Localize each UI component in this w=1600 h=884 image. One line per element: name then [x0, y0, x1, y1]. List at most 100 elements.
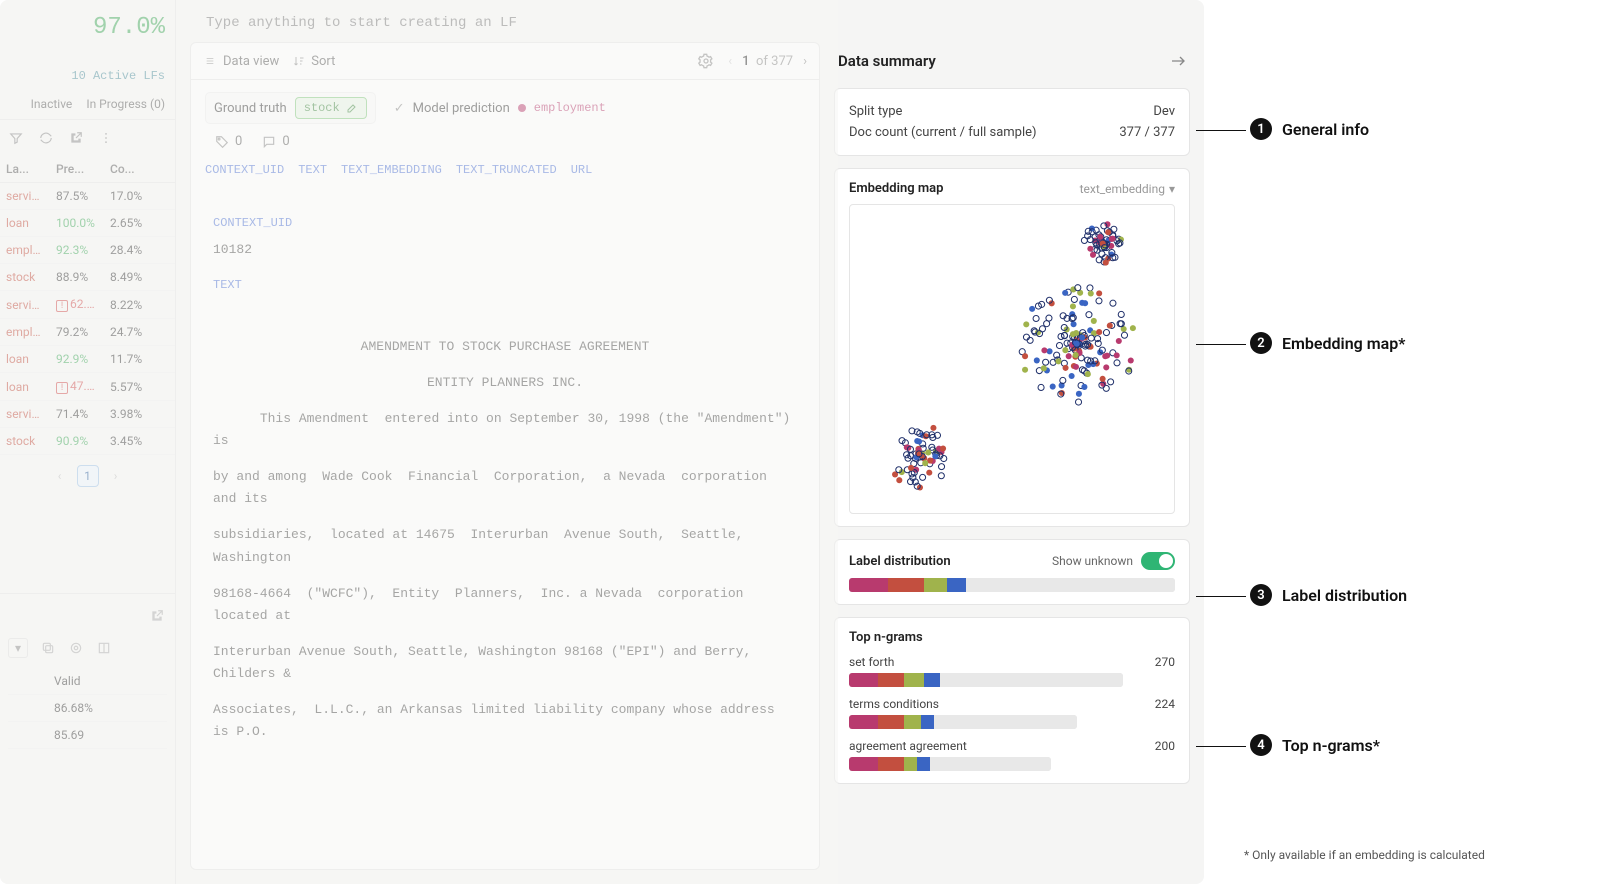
- table-row[interactable]: stock88.9%8.49%: [0, 264, 175, 291]
- comment-icon: [262, 135, 276, 149]
- pager-next[interactable]: ›: [105, 465, 127, 487]
- ngram-row[interactable]: set forth270: [849, 655, 1175, 687]
- dist-segment[interactable]: [888, 578, 924, 592]
- label-dist-bar[interactable]: [849, 578, 1175, 592]
- table-row[interactable]: loan!47.4%5.57%: [0, 373, 175, 401]
- text-label: TEXT: [213, 275, 797, 295]
- embedding-map[interactable]: [849, 204, 1175, 514]
- col-coverage[interactable]: Co...: [104, 156, 175, 183]
- sidebar-toolbar: [0, 120, 175, 156]
- pager-prev[interactable]: ‹: [49, 465, 71, 487]
- col-precision[interactable]: Pre...: [50, 156, 104, 183]
- gear-icon[interactable]: [698, 53, 714, 69]
- doc-panel: Data view Sort ‹ 1 of 377 ›: [190, 42, 820, 870]
- main: Data view Sort ‹ 1 of 377 ›: [176, 0, 1204, 884]
- prediction-label: Model prediction: [413, 101, 510, 116]
- doc-paragraph: Interurban Avenue South, Seattle, Washin…: [213, 641, 797, 685]
- ngrams-title: Top n-grams: [849, 630, 1175, 645]
- refresh-icon[interactable]: [38, 130, 54, 146]
- dist-segment[interactable]: [849, 578, 888, 592]
- field-chip[interactable]: TEXT_TRUNCATED: [456, 163, 557, 177]
- table-row[interactable]: employme79.2%24.7%: [0, 319, 175, 346]
- field-chip[interactable]: TEXT_EMBEDDING: [341, 163, 442, 177]
- dist-segment[interactable]: [924, 578, 947, 592]
- stat-v2: 85.69: [8, 722, 167, 749]
- lf-create-input[interactable]: [204, 14, 1176, 32]
- dropdown-toggle[interactable]: ▾: [8, 638, 28, 658]
- ngram-row[interactable]: agreement agreement200: [849, 739, 1175, 771]
- ngram-row[interactable]: terms conditions224: [849, 697, 1175, 729]
- annot-2-text: Embedding map*: [1282, 334, 1405, 353]
- field-chip[interactable]: CONTEXT_UID: [205, 163, 284, 177]
- show-unknown-toggle[interactable]: [1141, 552, 1175, 570]
- annot-3-badge: 3: [1250, 584, 1272, 606]
- embedding-scatter: [850, 205, 1174, 513]
- field-chip[interactable]: TEXT: [298, 163, 327, 177]
- app-root: 97.0% 10 Active LFs Inactive In Progress…: [0, 0, 1204, 884]
- field-chips: CONTEXT_UID TEXT TEXT_EMBEDDING TEXT_TRUNCA…: [205, 159, 805, 181]
- columns-icon[interactable]: [96, 640, 112, 656]
- tab-in-progress[interactable]: In Progress (0): [86, 97, 165, 111]
- doc-count-value: 377 / 377: [1119, 125, 1175, 140]
- target-icon[interactable]: [68, 640, 84, 656]
- sort-label: Sort: [311, 54, 335, 69]
- general-info-card: Split type Dev Doc count (current / full…: [834, 88, 1190, 156]
- collapse-icon[interactable]: [1170, 53, 1186, 69]
- field-chip[interactable]: URL: [571, 163, 593, 177]
- table-row[interactable]: loan100.0%2.65%: [0, 210, 175, 237]
- table-row[interactable]: loan92.9%11.7%: [0, 346, 175, 373]
- filter-icon[interactable]: [8, 130, 24, 146]
- dist-segment[interactable]: [966, 578, 1175, 592]
- comment-count[interactable]: 0: [262, 134, 289, 149]
- sidebar-top: 97.0% 10 Active LFs: [0, 0, 175, 87]
- table-row[interactable]: employme92.3%28.4%: [0, 237, 175, 264]
- active-lfs-label: 10 Active LFs: [10, 69, 165, 83]
- dist-segment[interactable]: [947, 578, 967, 592]
- open-external-icon[interactable]: [149, 608, 165, 624]
- summary-title: Data summary: [838, 52, 936, 70]
- annot-4-badge: 4: [1250, 734, 1272, 756]
- doc-paragraph: 98168-4664 ("WCFC"), Entity Planners, In…: [213, 583, 797, 627]
- doc-paragraph: Associates, L.L.C., an Arkansas limited …: [213, 699, 797, 743]
- show-unknown-label: Show unknown: [1052, 554, 1133, 568]
- open-external-icon[interactable]: [68, 130, 84, 146]
- doc-paragraph: ENTITY PLANNERS INC.: [213, 372, 797, 394]
- split-type-value: Dev: [1153, 104, 1175, 119]
- ctx-uid-label: CONTEXT_UID: [213, 213, 797, 233]
- prediction-dot-icon: [518, 104, 526, 112]
- embedding-field-dropdown[interactable]: text_embedding ▾: [1080, 182, 1175, 196]
- lf-table: La... Pre... Co... services87.5%17.0%loa…: [0, 156, 175, 455]
- doc-paragraph: AMENDMENT TO STOCK PURCHASE AGREEMENT: [213, 336, 797, 358]
- ground-truth-label: Ground truth: [214, 101, 287, 116]
- stat-v1: 86.68%: [8, 695, 167, 722]
- split-type-label: Split type: [849, 104, 902, 119]
- tab-inactive[interactable]: Inactive: [31, 97, 73, 111]
- table-row[interactable]: stock90.9%3.45%: [0, 428, 175, 455]
- pager-page[interactable]: 1: [77, 465, 99, 487]
- doc-next[interactable]: ›: [803, 54, 807, 69]
- data-view-label: Data view: [223, 54, 279, 69]
- check-icon: ✓: [394, 101, 405, 116]
- doc-count-label: Doc count (current / full sample): [849, 125, 1037, 140]
- table-row[interactable]: services!62.5%8.22%: [0, 291, 175, 319]
- doc-meta: Ground truth stock ✓ Model prediction em…: [191, 80, 819, 189]
- table-row[interactable]: services71.4%3.98%: [0, 401, 175, 428]
- tag-count[interactable]: 0: [215, 134, 242, 149]
- col-label[interactable]: La...: [0, 156, 50, 183]
- lf-sidebar: 97.0% 10 Active LFs Inactive In Progress…: [0, 0, 176, 884]
- doc-prev[interactable]: ‹: [728, 54, 732, 69]
- sort-button[interactable]: Sort: [293, 54, 335, 69]
- more-icon[interactable]: [98, 130, 114, 146]
- data-summary-panel: Data summary Split type Dev Doc count (c…: [834, 42, 1190, 870]
- copy-icon[interactable]: [40, 640, 56, 656]
- data-view-button[interactable]: Data view: [203, 54, 279, 69]
- doc-body: CONTEXT_UID 10182 TEXT AMENDMENT TO STOC…: [191, 189, 819, 869]
- label-dist-card: Label distribution Show unknown: [834, 539, 1190, 605]
- ground-truth-tag[interactable]: stock: [295, 97, 367, 119]
- doc-paragraph: by and among Wade Cook Financial Corpora…: [213, 466, 797, 510]
- stat-valid: Valid: [8, 668, 167, 695]
- ground-truth-value: stock: [304, 101, 340, 115]
- annot-1-badge: 1: [1250, 118, 1272, 140]
- table-row[interactable]: services87.5%17.0%: [0, 183, 175, 210]
- annot-4-text: Top n-grams*: [1282, 736, 1380, 755]
